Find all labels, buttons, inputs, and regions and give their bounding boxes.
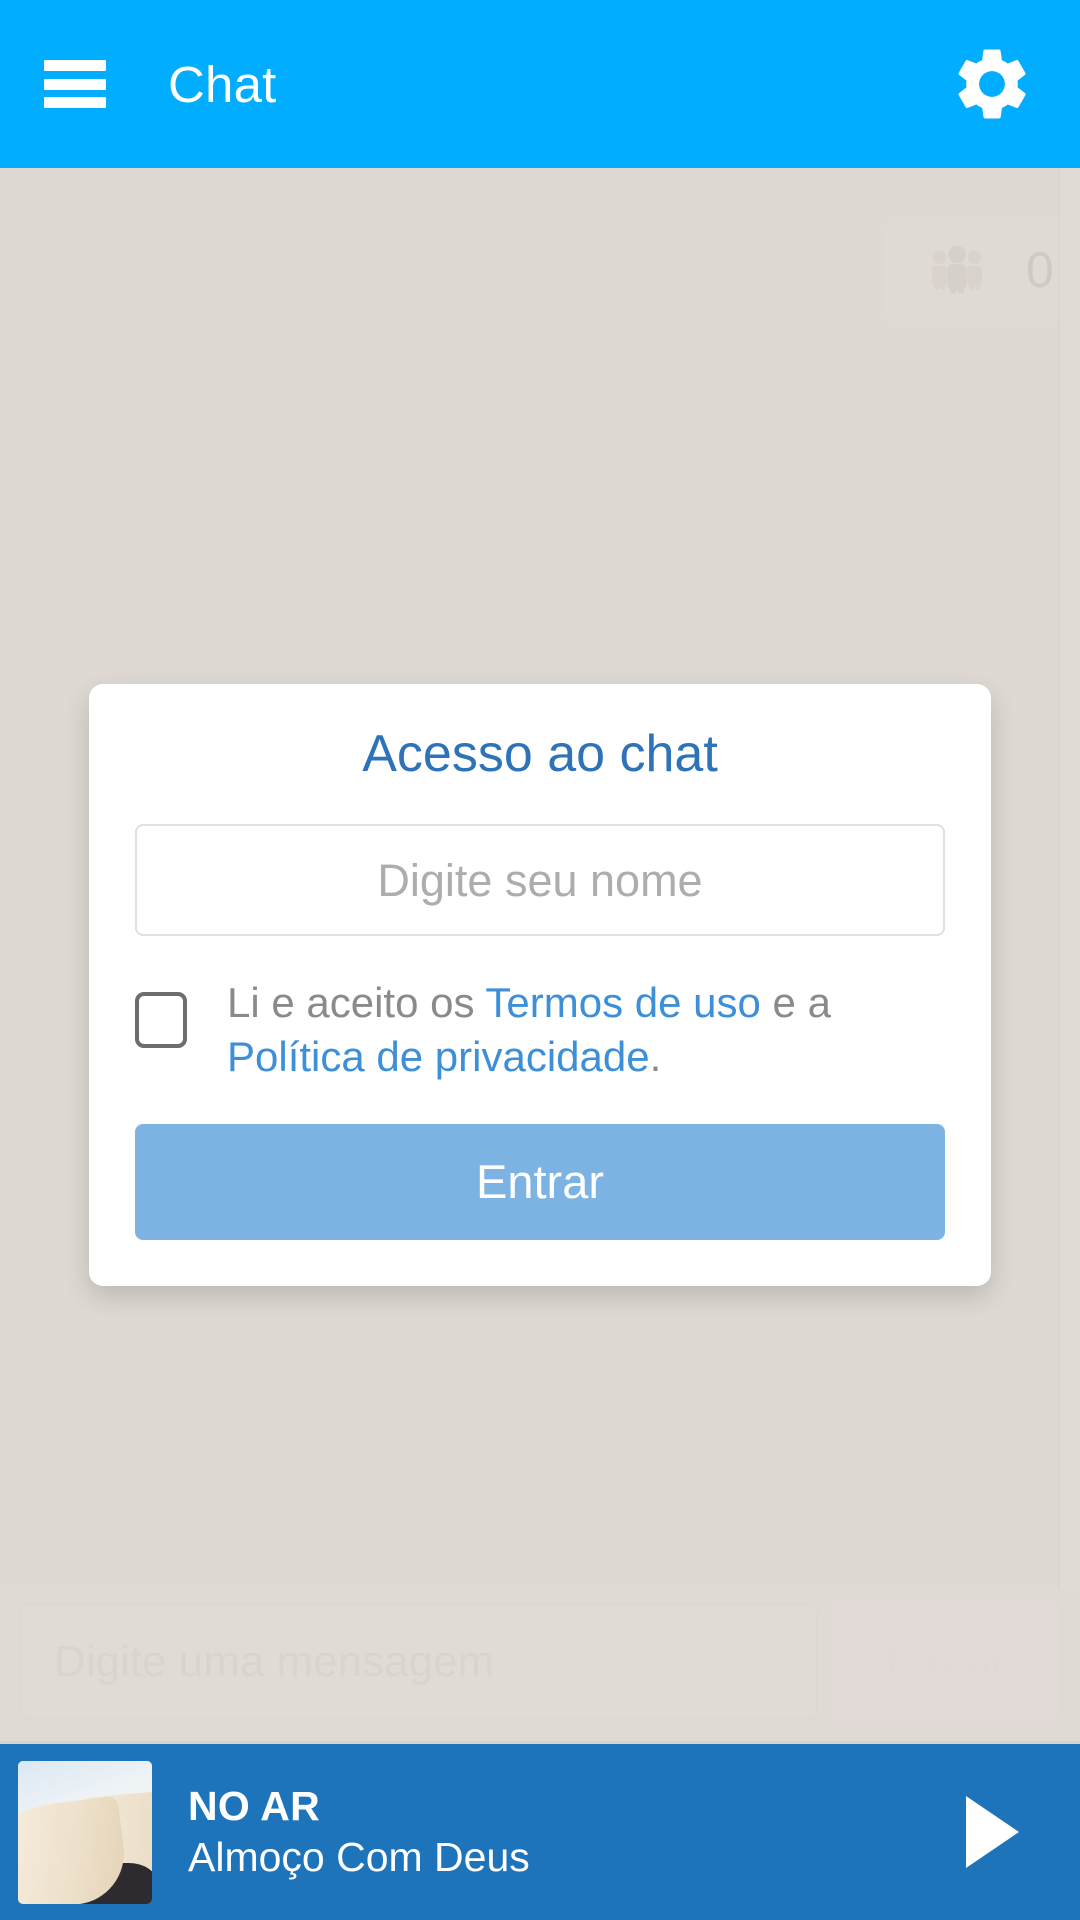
hamburger-bar	[44, 78, 106, 90]
terms-acceptance-row: Li e aceito os Termos de uso e a Polític…	[135, 976, 945, 1084]
name-input-placeholder: Digite seu nome	[377, 854, 703, 906]
play-triangle-icon	[965, 1796, 1019, 1868]
enter-button[interactable]: Entrar	[135, 1123, 945, 1240]
audio-player-bar: NO AR Almoço Com Deus	[0, 1744, 1080, 1920]
login-modal-title: Acesso ao chat	[362, 725, 718, 783]
login-modal-card: Acesso ao chat Digite seu nome Li e acei…	[89, 684, 991, 1286]
page-title: Chat	[168, 55, 277, 113]
program-title: Almoço Com Deus	[188, 1834, 530, 1880]
name-input[interactable]: Digite seu nome	[135, 824, 945, 936]
privacy-policy-link[interactable]: Política de privacidade	[227, 1033, 650, 1080]
gear-icon[interactable]	[944, 36, 1040, 132]
terms-prefix: Li e aceito os	[227, 979, 486, 1026]
terms-text: Li e aceito os Termos de uso e a Polític…	[227, 976, 945, 1084]
play-button[interactable]	[944, 1784, 1040, 1880]
terms-of-use-link[interactable]: Termos de uso	[485, 979, 760, 1026]
hamburger-menu-icon[interactable]	[44, 60, 106, 108]
terms-suffix: .	[649, 1032, 662, 1080]
app-root: Chat 0	[0, 0, 1080, 1920]
terms-middle: e a	[760, 979, 831, 1026]
app-header: Chat	[0, 0, 1080, 168]
hamburger-bar	[44, 97, 106, 108]
terms-checkbox[interactable]	[135, 992, 187, 1048]
program-thumbnail	[18, 1760, 152, 1904]
login-modal-overlay: Acesso ao chat Digite seu nome Li e acei…	[0, 168, 1080, 1744]
live-status-label: NO AR	[188, 1782, 321, 1829]
hamburger-bar	[44, 60, 106, 71]
player-metadata: NO AR Almoço Com Deus	[188, 1783, 944, 1881]
